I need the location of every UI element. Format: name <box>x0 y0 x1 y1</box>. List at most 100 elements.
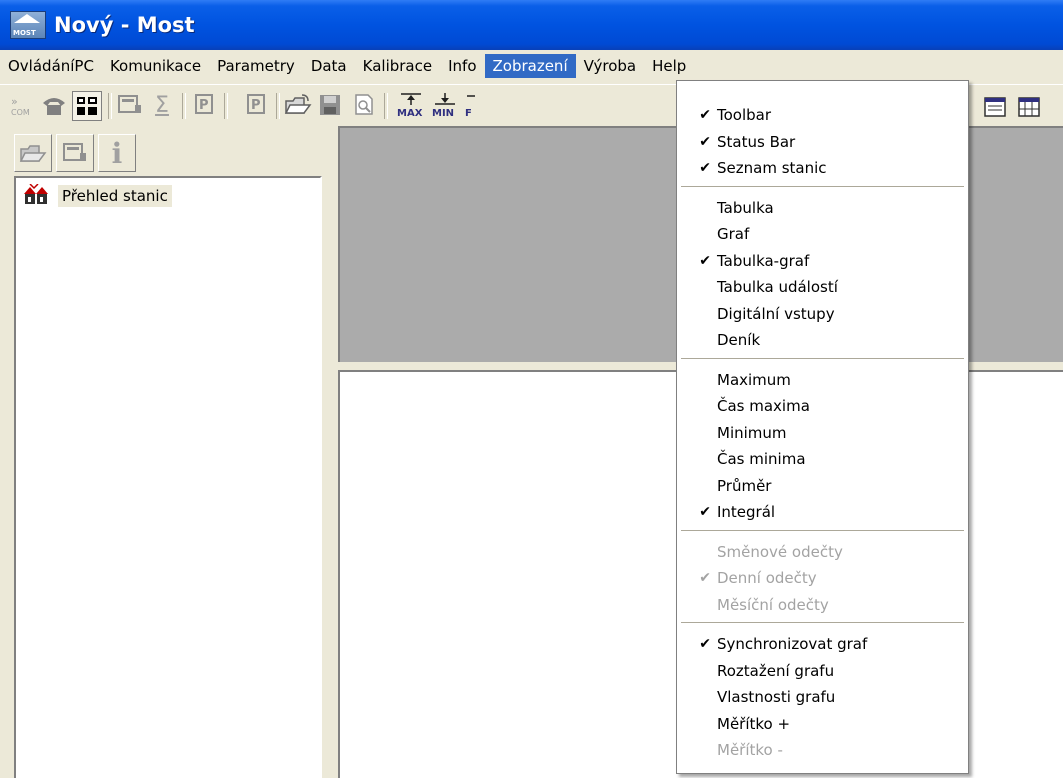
menu-zobrazeni[interactable]: Zobrazení <box>484 54 576 78</box>
station-open-button[interactable] <box>14 134 52 172</box>
partial-toolbar-button[interactable]: F <box>464 91 476 119</box>
com-icon: » COM <box>11 95 30 117</box>
menu-item-label: Čas minima <box>717 450 806 468</box>
station-calc-button[interactable] <box>56 134 94 172</box>
menu-komunikace[interactable]: Komunikace <box>102 54 209 78</box>
station-info-button[interactable]: i <box>98 134 136 172</box>
menu-separator <box>681 185 964 187</box>
print-preview-button[interactable] <box>350 91 378 119</box>
title-bar[interactable]: MOST Nový - Most <box>0 0 1063 50</box>
menu-item-tabulka[interactable]: Tabulka <box>677 195 968 221</box>
menu-help[interactable]: Help <box>644 54 694 78</box>
save-icon <box>320 95 340 115</box>
phone-icon <box>43 98 65 115</box>
table-view-button[interactable] <box>982 94 1008 120</box>
checkmark-icon: ✔ <box>699 253 711 269</box>
partial-icon: F <box>465 95 475 118</box>
menu-kalibrace[interactable]: Kalibrace <box>355 54 440 78</box>
print-p-button[interactable]: P <box>190 91 218 119</box>
print-p2-button[interactable]: P <box>242 91 270 119</box>
menu-item-label: Seznam stanic <box>717 159 827 177</box>
menu-vyroba[interactable]: Výroba <box>576 54 644 78</box>
menu-item-meritko[interactable]: Měřítko + <box>677 711 968 737</box>
menu-bar: OvládáníPC Komunikace Parametry Data Kal… <box>0 52 1063 80</box>
checkmark-icon: ✔ <box>699 504 711 520</box>
menu-item-integral[interactable]: ✔ Integrál <box>677 499 968 525</box>
menu-item-cas-maxima[interactable]: Čas maxima <box>677 393 968 419</box>
print-p2-icon: P <box>247 94 265 114</box>
menu-item-smenove-odecty[interactable]: Směnové odečty <box>677 539 968 565</box>
menu-separator <box>681 622 964 623</box>
menu-item-label: Měřítko - <box>717 741 783 759</box>
save-button[interactable] <box>316 91 344 119</box>
menu-item-tabulka-udalosti[interactable]: Tabulka událostí <box>677 274 968 300</box>
station-tree[interactable]: Přehled stanic <box>14 176 322 778</box>
calculator-icon <box>63 143 86 161</box>
checkmark-icon: ✔ <box>699 160 711 176</box>
menu-item-denni-odecty[interactable]: ✔ Denní odečty <box>677 565 968 591</box>
calculator-button[interactable] <box>116 91 144 119</box>
menu-item-label: Směnové odečty <box>717 543 843 561</box>
menu-item-minimum[interactable]: Minimum <box>677 420 968 446</box>
station-list-icon <box>77 97 97 115</box>
tree-item-station-overview[interactable]: Přehled stanic <box>22 184 172 208</box>
checkmark-icon: ✔ <box>699 570 711 586</box>
toolbar-separator <box>224 93 228 119</box>
menu-item-vlastnosti-grafu[interactable]: Vlastnosti grafu <box>677 684 968 710</box>
stations-icon <box>24 184 48 204</box>
menu-item-label: Synchronizovat graf <box>717 635 868 653</box>
menu-item-label: Graf <box>717 225 750 243</box>
station-panel: i Přehled stanic <box>0 126 336 778</box>
svg-text:F: F <box>465 108 472 118</box>
menu-item-toolbar[interactable]: ✔ Toolbar <box>677 102 968 128</box>
menu-item-denik[interactable]: Deník <box>677 327 968 353</box>
print-p-icon: P <box>195 94 213 114</box>
toolbar-separator <box>276 93 280 119</box>
menu-item-label: Integrál <box>717 503 776 521</box>
menu-item-graf[interactable]: Graf <box>677 221 968 247</box>
phone-button[interactable] <box>40 91 68 119</box>
min-icon: MIN <box>432 93 455 118</box>
app-icon: MOST <box>10 11 46 39</box>
menu-item-label: Status Bar <box>717 133 796 151</box>
svg-text:MAX: MAX <box>397 108 423 118</box>
menu-ovladanipc[interactable]: OvládáníPC <box>0 54 102 78</box>
menu-item-label: Roztažení grafu <box>717 662 835 680</box>
max-button[interactable]: MAX <box>396 91 426 119</box>
menu-data[interactable]: Data <box>303 54 355 78</box>
menu-item-label: Průměr <box>717 477 772 495</box>
menu-item-meritko[interactable]: Měřítko - <box>677 737 968 763</box>
checkmark-icon: ✔ <box>699 636 711 652</box>
open-button[interactable] <box>284 91 312 119</box>
menu-item-label: Tabulka událostí <box>717 278 838 296</box>
min-button[interactable]: MIN <box>430 91 460 119</box>
menu-item-label: Denní odečty <box>717 569 817 587</box>
checkmark-icon: ✔ <box>699 134 711 150</box>
svg-text:P: P <box>199 98 209 113</box>
menu-item-maximum[interactable]: Maximum <box>677 367 968 393</box>
open-folder-icon <box>19 145 47 162</box>
toolbar-separator <box>108 93 112 119</box>
svg-text:»: » <box>11 95 18 108</box>
grid-view-icon <box>1018 97 1040 117</box>
calculator-icon <box>118 95 141 113</box>
menu-item-digitalni-vstupy[interactable]: Digitální vstupy <box>677 301 968 327</box>
menu-item-prumer[interactable]: Průměr <box>677 473 968 499</box>
menu-parametry[interactable]: Parametry <box>209 54 303 78</box>
menu-item-cas-minima[interactable]: Čas minima <box>677 446 968 472</box>
sum-button[interactable]: Σ <box>148 91 176 119</box>
checkmark-icon: ✔ <box>699 107 711 123</box>
com-connect-button[interactable]: » COM <box>8 91 36 119</box>
menu-item-mesicni-odecty[interactable]: Měsíční odečty <box>677 592 968 618</box>
sigma-icon: Σ <box>155 92 169 118</box>
menu-item-synchronizovat-graf[interactable]: ✔ Synchronizovat graf <box>677 631 968 657</box>
menu-info[interactable]: Info <box>440 54 484 78</box>
station-list-toggle-button[interactable] <box>72 91 102 121</box>
menu-item-status-bar[interactable]: ✔ Status Bar <box>677 129 968 155</box>
menu-item-tabulka-graf[interactable]: ✔ Tabulka-graf <box>677 248 968 274</box>
menu-item-label: Toolbar <box>717 106 772 124</box>
menu-item-seznam-stanic[interactable]: ✔ Seznam stanic <box>677 155 968 181</box>
grid-view-button[interactable] <box>1016 94 1042 120</box>
menu-item-label: Tabulka-graf <box>717 252 810 270</box>
menu-item-roztazeni-grafu[interactable]: Roztažení grafu <box>677 658 968 684</box>
